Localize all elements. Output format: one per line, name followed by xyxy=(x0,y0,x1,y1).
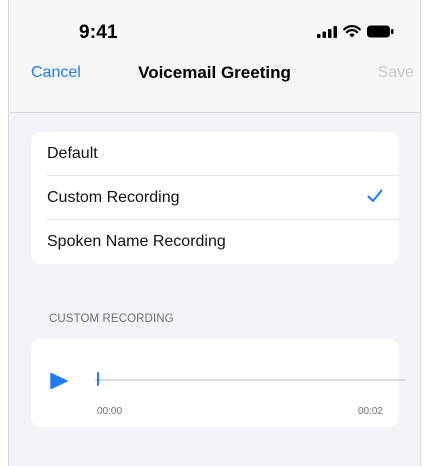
option-custom-recording[interactable]: Custom Recording xyxy=(31,176,399,220)
option-default[interactable]: Default xyxy=(31,132,399,176)
checkmark-icon xyxy=(367,189,383,208)
status-time: 9:41 xyxy=(79,22,118,43)
play-icon[interactable] xyxy=(49,372,69,395)
option-label: Default xyxy=(47,145,98,162)
section-header: CUSTOM RECORDING xyxy=(49,313,174,325)
phone-screen: 9:41 Cancel Voicemail Greeting Save Defa… xyxy=(8,0,421,466)
scrubber-handle[interactable] xyxy=(97,372,99,386)
option-label: Custom Recording xyxy=(47,189,180,206)
status-icons xyxy=(317,25,394,43)
option-spoken-name-recording[interactable]: Spoken Name Recording xyxy=(31,220,399,264)
cellular-signal-icon xyxy=(317,25,337,43)
page-title: Voicemail Greeting xyxy=(138,63,291,82)
save-button[interactable]: Save xyxy=(378,64,414,82)
option-label: Spoken Name Recording xyxy=(47,233,226,250)
progress-track[interactable] xyxy=(95,379,405,381)
greeting-options-list: Default Custom Recording Spoken Name Rec… xyxy=(31,132,399,264)
current-time: 00:00 xyxy=(97,406,123,417)
top-bar: 9:41 Cancel Voicemail Greeting Save xyxy=(9,0,420,113)
battery-icon xyxy=(367,25,394,43)
recording-player: 00:00 00:02 xyxy=(31,339,405,427)
duration-time: 00:02 xyxy=(357,406,383,417)
wifi-icon xyxy=(343,25,361,43)
